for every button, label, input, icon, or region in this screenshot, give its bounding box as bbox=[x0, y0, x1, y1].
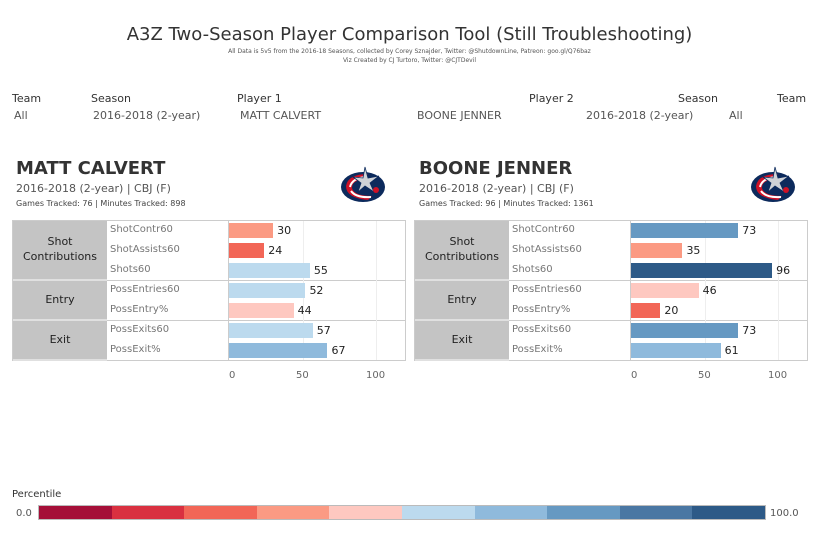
player1-name: MATT CALVERT bbox=[16, 158, 166, 179]
metric-label: PossExit% bbox=[512, 344, 563, 355]
metric-label: PossExits60 bbox=[110, 324, 170, 335]
group-label: Exit bbox=[13, 321, 107, 361]
legend-swatch bbox=[692, 506, 765, 519]
axis-tick: 50 bbox=[698, 370, 711, 381]
bar-shotcontr60[interactable] bbox=[229, 223, 274, 238]
legend-swatch bbox=[39, 506, 112, 519]
player1-stats-panel: Shot Contributions Entry Exit 30 24 55 52 44 57 6… bbox=[12, 220, 406, 361]
legend-swatch bbox=[256, 506, 330, 519]
bar-value-label: 96 bbox=[776, 264, 791, 277]
team1-filter-label: Team bbox=[12, 92, 42, 105]
bar-chart-area: 30 24 55 52 44 57 67 bbox=[228, 221, 405, 360]
metric-label: Shots60 bbox=[110, 264, 151, 275]
bar-value-label: 46 bbox=[702, 284, 717, 297]
bar-shotcontr60[interactable] bbox=[631, 223, 739, 238]
bar-value-label: 67 bbox=[331, 344, 346, 357]
group-label: Entry bbox=[13, 281, 107, 321]
bar-value-label: 20 bbox=[664, 304, 679, 317]
gridline bbox=[376, 221, 377, 360]
group-label: Shot Contributions bbox=[13, 221, 107, 281]
bar-value-label: 24 bbox=[268, 244, 283, 257]
axis-tick: 0 bbox=[631, 370, 638, 381]
bar-possexit-pct[interactable] bbox=[631, 343, 721, 358]
legend-swatch bbox=[329, 506, 402, 519]
metric-label: PossExits60 bbox=[512, 324, 572, 335]
percentile-color-legend bbox=[38, 505, 766, 520]
bar-value-label: 44 bbox=[297, 304, 312, 317]
bar-value-label: 30 bbox=[277, 224, 292, 237]
metric-label: PossEntries60 bbox=[110, 284, 180, 295]
season1-filter[interactable]: 2016-2018 (2-year) bbox=[93, 109, 200, 122]
bar-shotassists60[interactable] bbox=[229, 243, 265, 258]
legend-swatch bbox=[184, 506, 257, 519]
bar-possexit-pct[interactable] bbox=[229, 343, 328, 358]
team-logo-icon bbox=[338, 164, 388, 208]
bar-shotassists60[interactable] bbox=[631, 243, 683, 258]
dashboard-title: A3Z Two-Season Player Comparison Tool (S… bbox=[126, 24, 693, 45]
metric-label: ShotContr60 bbox=[512, 224, 575, 235]
data-source-note: All Data is 5v5 from the 2016-18 Seasons… bbox=[228, 48, 591, 55]
team2-filter[interactable]: All bbox=[729, 109, 743, 122]
player1-filter[interactable]: MATT CALVERT bbox=[240, 109, 321, 122]
season1-filter-label: Season bbox=[91, 92, 131, 105]
bar-value-label: 52 bbox=[309, 284, 324, 297]
group-label: Entry bbox=[415, 281, 509, 321]
metric-label: PossEntry% bbox=[110, 304, 169, 315]
legend-swatch bbox=[401, 506, 475, 519]
bar-shots60[interactable] bbox=[631, 263, 773, 278]
player2-info: 2016-2018 (2-year) | CBJ (F) bbox=[419, 182, 574, 195]
bar-value-label: 73 bbox=[742, 224, 757, 237]
bar-possexits60[interactable] bbox=[229, 323, 313, 338]
legend-swatch bbox=[474, 506, 548, 519]
legend-title: Percentile bbox=[12, 489, 62, 500]
bar-possentry-pct[interactable] bbox=[229, 303, 294, 318]
bar-possentry-pct[interactable] bbox=[631, 303, 661, 318]
axis-tick: 100 bbox=[768, 370, 788, 381]
legend-min: 0.0 bbox=[16, 508, 32, 519]
axis-tick: 0 bbox=[229, 370, 236, 381]
legend-swatch bbox=[547, 506, 620, 519]
group-label: Exit bbox=[415, 321, 509, 361]
player1-games: Games Tracked: 76 | Minutes Tracked: 898 bbox=[16, 199, 186, 208]
bar-value-label: 55 bbox=[313, 264, 328, 277]
season2-filter[interactable]: 2016-2018 (2-year) bbox=[586, 109, 693, 122]
bar-value-label: 35 bbox=[686, 244, 701, 257]
metric-label: PossEntries60 bbox=[512, 284, 582, 295]
gridline bbox=[778, 221, 779, 360]
player1-filter-label: Player 1 bbox=[237, 92, 282, 105]
bar-value-label: 73 bbox=[742, 324, 757, 337]
bar-possentries60[interactable] bbox=[631, 283, 699, 298]
bar-value-label: 61 bbox=[724, 344, 739, 357]
player2-filter[interactable]: BOONE JENNER bbox=[417, 109, 502, 122]
player2-games: Games Tracked: 96 | Minutes Tracked: 136… bbox=[419, 199, 594, 208]
bar-chart-area: 73 35 96 46 20 73 61 bbox=[630, 221, 807, 360]
metric-label: PossEntry% bbox=[512, 304, 571, 315]
bar-shots60[interactable] bbox=[229, 263, 310, 278]
bar-possexits60[interactable] bbox=[631, 323, 739, 338]
legend-swatch bbox=[619, 506, 693, 519]
player1-info: 2016-2018 (2-year) | CBJ (F) bbox=[16, 182, 171, 195]
season2-filter-label: Season bbox=[678, 92, 718, 105]
metric-label: ShotAssists60 bbox=[110, 244, 180, 255]
legend-max: 100.0 bbox=[770, 508, 799, 519]
metric-label: ShotAssists60 bbox=[512, 244, 582, 255]
metric-label: PossExit% bbox=[110, 344, 161, 355]
team2-filter-label: Team bbox=[777, 92, 807, 105]
bar-possentries60[interactable] bbox=[229, 283, 306, 298]
team1-filter[interactable]: All bbox=[14, 109, 28, 122]
axis-tick: 100 bbox=[366, 370, 386, 381]
credits-note: Viz Created by CJ Turtoro, Twitter: @CJT… bbox=[342, 57, 477, 64]
bar-value-label: 57 bbox=[316, 324, 331, 337]
player2-name: BOONE JENNER bbox=[419, 158, 573, 179]
group-label: Shot Contributions bbox=[415, 221, 509, 281]
legend-swatch bbox=[111, 506, 185, 519]
player2-stats-panel: Shot Contributions Entry Exit 73 35 96 46 20 73 6… bbox=[414, 220, 808, 361]
metric-label: Shots60 bbox=[512, 264, 553, 275]
axis-tick: 50 bbox=[296, 370, 309, 381]
team-logo-icon bbox=[748, 164, 798, 208]
metric-label: ShotContr60 bbox=[110, 224, 173, 235]
player2-filter-label: Player 2 bbox=[529, 92, 574, 105]
